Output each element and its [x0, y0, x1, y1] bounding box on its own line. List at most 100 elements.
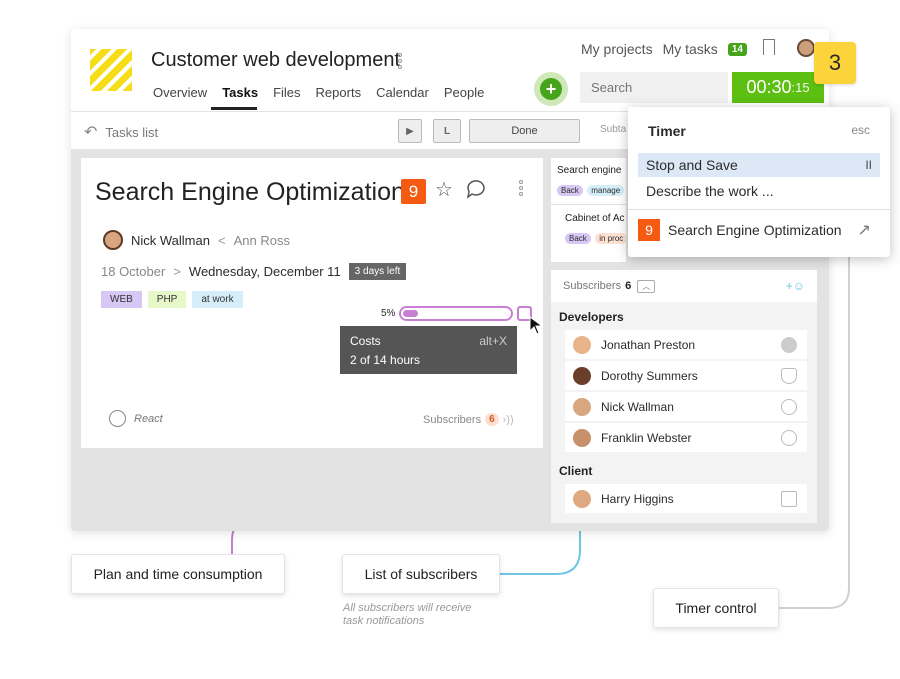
smiley-icon	[109, 410, 126, 427]
done-button[interactable]: Done	[469, 119, 580, 143]
hand-icon	[781, 429, 797, 446]
timer-menu-title: Timer	[648, 123, 686, 139]
assignee-avatar	[103, 230, 123, 250]
tooltip-value: 2 of 14 hours	[350, 353, 421, 367]
back-label: Tasks list	[105, 124, 159, 140]
author-name[interactable]: Ann Ross	[234, 233, 290, 248]
my-tasks-count-badge: 14	[727, 42, 747, 56]
timer-seconds: :15	[791, 80, 810, 95]
callout-subscribers: List of subscribers	[342, 554, 500, 594]
add-button[interactable]: +	[534, 72, 568, 106]
timer-task-item[interactable]: 9 Search Engine Optimization ↗	[628, 216, 890, 244]
l-button[interactable]: L	[433, 119, 461, 143]
subscribers-note: All subscribers will receive task notifi…	[343, 602, 471, 628]
assignee-name[interactable]: Nick Wallman	[131, 233, 210, 248]
time-progress-bar[interactable]	[399, 306, 513, 321]
tab-calendar[interactable]: Calendar	[376, 85, 429, 100]
comment-icon[interactable]	[465, 178, 487, 204]
tab-overview[interactable]: Overview	[153, 85, 207, 100]
subscriber-name: Harry Higgins	[601, 491, 674, 506]
costs-tooltip: Costs alt+X 2 of 14 hours	[340, 326, 517, 374]
hand-icon	[781, 398, 797, 415]
tag-web[interactable]: WEB	[101, 291, 142, 308]
subscriber-name: Dorothy Summers	[601, 368, 698, 383]
progress-fill	[403, 310, 418, 317]
subscriber-name: Jonathan Preston	[601, 337, 696, 352]
tag-php[interactable]: PHP	[147, 291, 187, 308]
avatar	[573, 397, 591, 416]
tab-people[interactable]: People	[444, 85, 484, 100]
react-label: React	[134, 412, 163, 425]
related-pill: Back	[557, 185, 583, 196]
tooltip-title: Costs	[350, 334, 381, 348]
task-card: Search Engine Optimization 9 ☆ Nick Wall…	[81, 158, 544, 448]
avatar	[573, 428, 591, 447]
related-item-title: Search engine	[557, 165, 622, 176]
subscriber-row[interactable]: Nick Wallman	[565, 392, 807, 421]
callout-timer: Timer control	[653, 588, 779, 628]
subscribers-panel-count: 6	[625, 280, 632, 292]
related-item[interactable]: Cabinet of Ac Back in proc	[551, 204, 626, 246]
group-title-developers: Developers	[559, 310, 624, 324]
add-subscriber-icon[interactable]: +☺	[786, 279, 805, 293]
stop-and-save-item[interactable]: Stop and Save II	[638, 153, 880, 177]
subscriber-row[interactable]: Dorothy Summers	[565, 361, 807, 390]
task-menu-icon[interactable]	[519, 180, 523, 196]
tab-tasks[interactable]: Tasks	[222, 85, 258, 100]
project-nav: Overview Tasks Files Reports Calendar Pe…	[153, 85, 484, 100]
subscribers-label: Subscribers	[423, 413, 482, 426]
task-title[interactable]: Search Engine Optimization	[95, 178, 405, 207]
related-item[interactable]: Search engine Back manage	[551, 158, 626, 198]
subscriber-row[interactable]: Franklin Webster	[565, 423, 807, 452]
subscribers-header: Subscribers 6 ︿ +☺	[551, 270, 817, 302]
user-avatar[interactable]	[797, 39, 815, 57]
subscribers-toggle[interactable]: Subscribers 6 ›))	[423, 413, 514, 426]
subscribers-panel: Subscribers 6 ︿ +☺ Developers Jonathan P…	[551, 270, 817, 523]
people-separator: <	[217, 232, 226, 248]
search-input[interactable]	[580, 72, 728, 103]
sound-icon: ›))	[502, 413, 514, 426]
bookmark-icon[interactable]	[763, 39, 775, 55]
related-item-title: Cabinet of Ac	[565, 213, 625, 224]
describe-work-label: Describe the work ...	[646, 183, 774, 199]
subscribers-note-line: task notifications	[343, 615, 425, 627]
project-logo	[90, 49, 132, 91]
start-date[interactable]: 18 October	[101, 264, 165, 279]
timer-menu-esc[interactable]: esc	[851, 123, 870, 153]
describe-work-item[interactable]: Describe the work ...	[638, 179, 880, 203]
my-tasks-link[interactable]: My tasks	[663, 41, 718, 57]
callout-plan: Plan and time consumption	[71, 554, 285, 594]
date-arrow: >	[173, 264, 181, 279]
star-icon[interactable]: ☆	[435, 180, 453, 200]
timer-task-number: 9	[638, 219, 660, 241]
react-button[interactable]: React	[109, 410, 163, 427]
back-to-tasks-list[interactable]: ↶ Tasks list	[84, 122, 158, 142]
stop-and-save-label: Stop and Save	[646, 157, 738, 173]
role-icon	[781, 336, 797, 353]
timer-button[interactable]: 00:30:15	[732, 72, 824, 103]
subscriber-row[interactable]: Harry Higgins	[565, 484, 807, 513]
step-number-badge: 3	[814, 42, 856, 84]
avatar	[573, 335, 591, 354]
tag-at-work[interactable]: at work	[192, 291, 243, 308]
subtasks-label[interactable]: Subta	[600, 124, 626, 135]
due-date[interactable]: Wednesday, December 11	[189, 264, 341, 279]
mouse-cursor-icon	[529, 316, 544, 335]
tab-reports[interactable]: Reports	[316, 85, 362, 100]
project-title: Customer web development	[151, 49, 401, 71]
project-menu-icon[interactable]	[398, 53, 402, 69]
subscriber-row[interactable]: Jonathan Preston	[565, 330, 807, 359]
task-tags: WEB PHP at work	[101, 291, 243, 308]
play-button[interactable]: ▶	[398, 119, 422, 143]
avatar	[573, 489, 591, 508]
external-link-icon[interactable]: ↗	[858, 220, 871, 240]
related-pill: Back	[565, 233, 591, 244]
tab-files[interactable]: Files	[273, 85, 300, 100]
project-header: Customer web development Overview Tasks …	[71, 29, 829, 111]
my-projects-link[interactable]: My projects	[581, 41, 653, 57]
related-pill: manage	[587, 185, 625, 196]
collapse-caret-icon[interactable]: ︿	[637, 279, 656, 293]
dates-row: 18 October > Wednesday, December 11 3 da…	[101, 263, 407, 280]
timer-dropdown: Timer esc Stop and Save II Describe the …	[628, 107, 890, 257]
subscribers-note-line: All subscribers will receive	[343, 602, 472, 614]
